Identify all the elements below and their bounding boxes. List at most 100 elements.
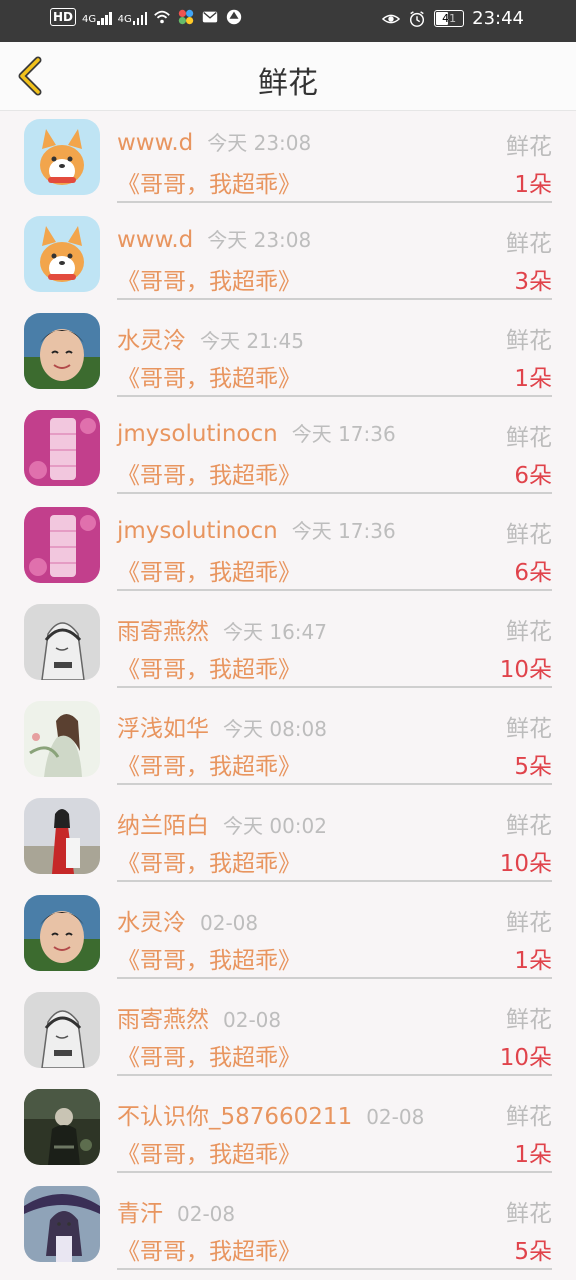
sender-name-text: 青汗 [117, 1201, 163, 1227]
list-item[interactable]: 浮浅如华 今天 08:08 鲜花 《哥哥，我超乖》 5朵 [0, 693, 576, 790]
list-item[interactable]: 雨寄燕然 02-08 鲜花 《哥哥，我超乖》 10朵 [0, 984, 576, 1081]
signal-1-icon: 4G [82, 9, 112, 25]
list-item[interactable]: 不认识你_587660211 02-08 鲜花《哥哥，我超乖》 1朵 [0, 1081, 576, 1178]
avatar[interactable] [24, 798, 100, 874]
avatar-image [24, 507, 100, 583]
flower-count: 6朵 [514, 463, 552, 489]
timestamp: 今天 21:45 [200, 329, 304, 353]
timestamp: 02-08 [366, 1105, 425, 1129]
work-title[interactable]: 《哥哥，我超乖》 [117, 650, 301, 684]
status-bar: HD 4G 4G 41 23:44 [0, 0, 576, 42]
avatar[interactable] [24, 507, 100, 583]
app-notification-icon [179, 9, 194, 25]
sender-name[interactable]: jmysolutinocn 今天 17:36 [117, 418, 396, 447]
sender-name[interactable]: 纳兰陌白 今天 00:02 [117, 806, 327, 840]
gift-type-label: 鲜花 [506, 425, 552, 451]
work-title[interactable]: 《哥哥，我超乖》 [117, 359, 301, 393]
record-content: www.d 今天 23:08 鲜花 《哥哥，我超乖》 1朵 [117, 119, 552, 203]
work-title[interactable]: 《哥哥，我超乖》 [117, 262, 301, 296]
flower-records-list: www.d 今天 23:08 鲜花 《哥哥，我超乖》 1朵 www.d 今天 23:08 鲜花… [0, 111, 576, 1275]
avatar[interactable] [24, 313, 100, 389]
list-item[interactable]: 雨寄燕然 今天 16:47 鲜花《哥哥，我超乖》 10朵 [0, 596, 576, 693]
avatar-image [24, 1089, 100, 1165]
flower-count: 1朵 [514, 366, 552, 392]
avatar[interactable] [24, 604, 100, 680]
sender-name[interactable]: 水灵泠 02-08 [117, 903, 258, 937]
sender-name[interactable]: jmysolutinocn 今天 17:36 [117, 515, 396, 544]
avatar-image [24, 216, 100, 292]
avatar[interactable] [24, 410, 100, 486]
mail-app-icon [203, 11, 218, 23]
avatar[interactable] [24, 119, 100, 195]
avatar-image [24, 1186, 100, 1262]
sender-name[interactable]: 不认识你_587660211 02-08 [117, 1097, 424, 1131]
avatar[interactable] [24, 216, 100, 292]
timestamp: 今天 16:47 [223, 620, 327, 644]
gift-type-label: 鲜花 [506, 716, 552, 742]
gift-type-label: 鲜花 [506, 522, 552, 548]
flower-count: 3朵 [514, 269, 552, 295]
gift-type-label: 鲜花 [506, 1201, 552, 1227]
sender-name[interactable]: 雨寄燕然 02-08 [117, 1000, 281, 1034]
work-title[interactable]: 《哥哥，我超乖》 [117, 844, 301, 878]
timestamp: 今天 23:08 [207, 131, 312, 155]
flower-count: 1朵 [514, 172, 552, 198]
record-content: www.d 今天 23:08 鲜花 《哥哥，我超乖》 3朵 [117, 216, 552, 300]
network-type-2: 4G [117, 14, 132, 25]
sender-name[interactable]: 青汗 02-08 [117, 1194, 235, 1228]
avatar-image [24, 119, 100, 195]
avatar[interactable] [24, 992, 100, 1068]
timestamp: 02-08 [200, 911, 259, 935]
list-item[interactable]: 水灵泠 今天 21:45 鲜花 《哥哥，我超乖》 1朵 [0, 305, 576, 402]
record-content: 不认识你_587660211 02-08 鲜花《哥哥，我超乖》 1朵 [117, 1089, 552, 1173]
work-title[interactable]: 《哥哥，我超乖》 [117, 1232, 301, 1266]
sender-name[interactable]: www.d 今天 23:08 [117, 224, 311, 253]
avatar[interactable] [24, 895, 100, 971]
list-item[interactable]: 纳兰陌白 今天 00:02 鲜花 《哥哥，我超乖》 10朵 [0, 790, 576, 887]
avatar[interactable] [24, 701, 100, 777]
record-content: 水灵泠 02-08 鲜花 《哥哥，我超乖》 1朵 [117, 895, 552, 979]
sender-name-text: 雨寄燕然 [117, 619, 209, 645]
timestamp: 今天 23:08 [207, 228, 312, 252]
sender-name[interactable]: 水灵泠 今天 21:45 [117, 321, 304, 355]
record-content: jmysolutinocn 今天 17:36 鲜花《哥哥，我超乖》 6朵 [117, 507, 552, 591]
sender-name[interactable]: www.d 今天 23:08 [117, 127, 311, 156]
avatar[interactable] [24, 1089, 100, 1165]
flower-count: 1朵 [514, 948, 552, 974]
avatar-image [24, 701, 100, 777]
work-title[interactable]: 《哥哥，我超乖》 [117, 1135, 301, 1169]
record-content: 浮浅如华 今天 08:08 鲜花 《哥哥，我超乖》 5朵 [117, 701, 552, 785]
eye-comfort-icon [382, 14, 401, 23]
gift-type-label: 鲜花 [506, 813, 552, 839]
work-title[interactable]: 《哥哥，我超乖》 [117, 165, 301, 199]
work-title[interactable]: 《哥哥，我超乖》 [117, 941, 301, 975]
timestamp: 02-08 [177, 1202, 236, 1226]
timestamp: 今天 17:36 [291, 519, 396, 543]
avatar-image [24, 895, 100, 971]
list-item[interactable]: www.d 今天 23:08 鲜花 《哥哥，我超乖》 1朵 [0, 111, 576, 208]
gift-type-label: 鲜花 [506, 619, 552, 645]
timestamp: 今天 00:02 [223, 814, 327, 838]
status-right: 41 23:44 [382, 8, 524, 29]
avatar[interactable] [24, 1186, 100, 1262]
gift-type-label: 鲜花 [506, 1007, 552, 1033]
sender-name[interactable]: 浮浅如华 今天 08:08 [117, 709, 327, 743]
work-title[interactable]: 《哥哥，我超乖》 [117, 1038, 301, 1072]
flower-count: 10朵 [499, 657, 552, 683]
network-type-1: 4G [82, 14, 97, 25]
work-title[interactable]: 《哥哥，我超乖》 [117, 553, 301, 587]
gift-type-label: 鲜花 [506, 1104, 552, 1130]
flower-count: 1朵 [514, 1142, 552, 1168]
work-title[interactable]: 《哥哥，我超乖》 [117, 747, 301, 781]
list-item[interactable]: www.d 今天 23:08 鲜花 《哥哥，我超乖》 3朵 [0, 208, 576, 305]
list-item[interactable]: jmysolutinocn 今天 17:36 鲜花《哥哥，我超乖》 6朵 [0, 402, 576, 499]
timestamp: 今天 08:08 [223, 717, 327, 741]
sender-name[interactable]: 雨寄燕然 今天 16:47 [117, 612, 327, 646]
work-title[interactable]: 《哥哥，我超乖》 [117, 456, 301, 490]
flower-count: 6朵 [514, 560, 552, 586]
list-item[interactable]: 青汗 02-08 鲜花 《哥哥，我超乖》 5朵 [0, 1178, 576, 1275]
list-item[interactable]: 水灵泠 02-08 鲜花 《哥哥，我超乖》 1朵 [0, 887, 576, 984]
battery-level: 41 [442, 12, 457, 25]
record-content: 雨寄燕然 02-08 鲜花 《哥哥，我超乖》 10朵 [117, 992, 552, 1076]
list-item[interactable]: jmysolutinocn 今天 17:36 鲜花《哥哥，我超乖》 6朵 [0, 499, 576, 596]
